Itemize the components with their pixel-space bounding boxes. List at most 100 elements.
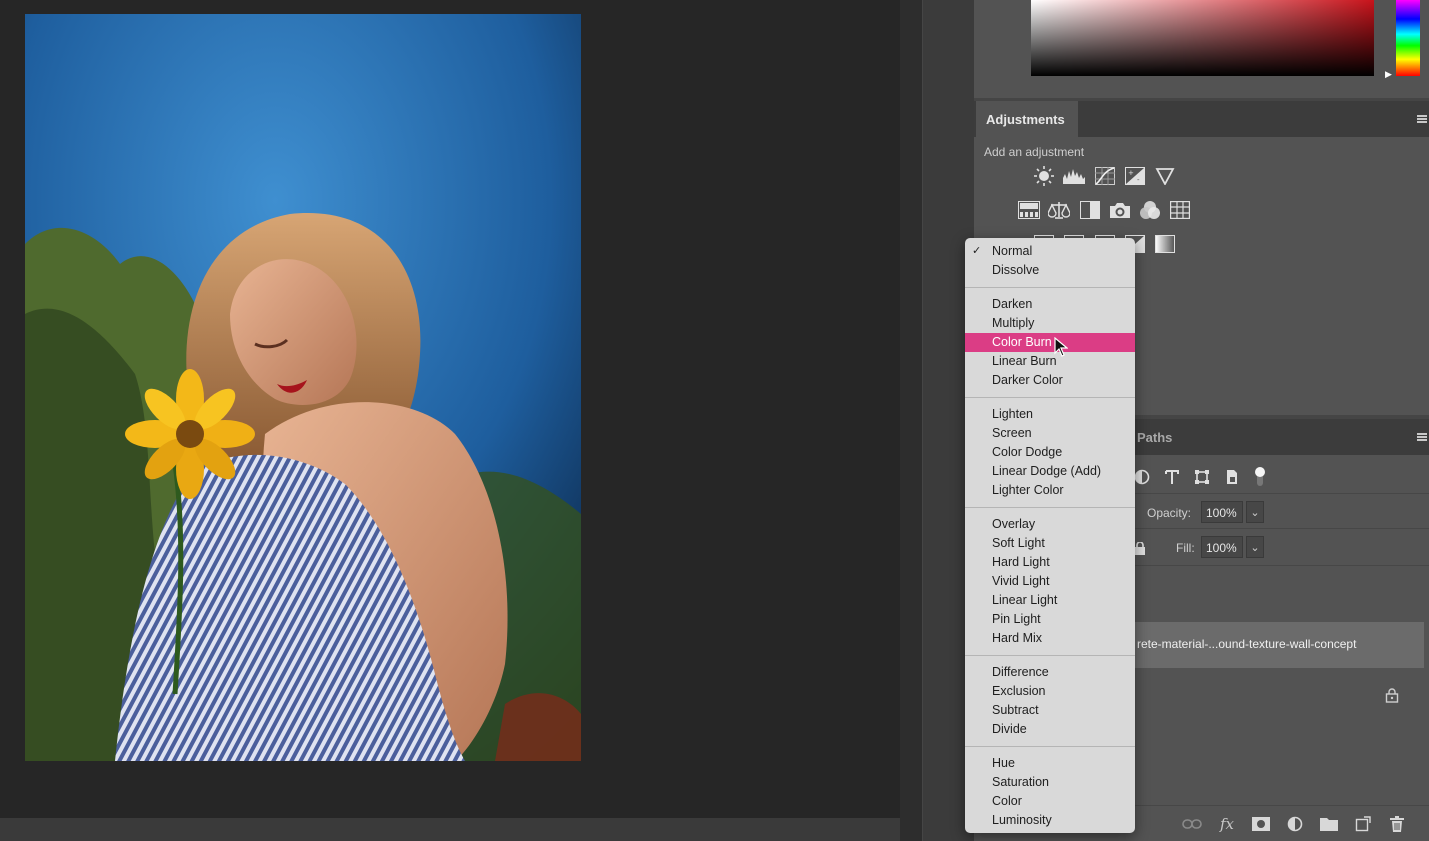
brightness-contrast-icon[interactable] xyxy=(1033,166,1055,186)
blend-mode-item[interactable]: Lighter Color xyxy=(965,481,1135,500)
delete-layer-icon[interactable] xyxy=(1387,815,1407,833)
new-layer-icon[interactable] xyxy=(1353,815,1373,833)
menu-separator xyxy=(965,287,1135,288)
blend-mode-label: Linear Dodge (Add) xyxy=(992,464,1102,478)
blend-mode-item[interactable]: Overlay xyxy=(965,515,1135,534)
blend-mode-label: Multiply xyxy=(992,316,1035,330)
hue-slider-marker[interactable]: ▶ xyxy=(1385,69,1392,80)
exposure-icon[interactable]: + - xyxy=(1124,166,1146,186)
blend-mode-label: Color xyxy=(992,794,1022,808)
adjustment-filter-icon[interactable] xyxy=(1132,467,1152,487)
menu-separator xyxy=(965,507,1135,508)
blend-mode-item[interactable]: ✓ Normal xyxy=(965,242,1135,261)
fill-dropdown-icon[interactable]: ⌄ xyxy=(1246,536,1264,558)
opacity-dropdown-icon[interactable]: ⌄ xyxy=(1246,501,1264,523)
blend-mode-item[interactable]: Screen xyxy=(965,424,1135,443)
blend-mode-label: Hard Mix xyxy=(992,631,1043,645)
adjustment-layer-icon[interactable] xyxy=(1285,815,1305,833)
vibrance-icon[interactable] xyxy=(1154,166,1176,186)
blend-mode-label: Hue xyxy=(992,756,1015,770)
blend-mode-label: Luminosity xyxy=(992,813,1052,827)
blend-mode-label: Soft Light xyxy=(992,536,1045,550)
tab-adjustments-label: Adjustments xyxy=(986,112,1065,127)
blend-mode-item[interactable]: Hard Light xyxy=(965,553,1135,572)
blend-mode-item[interactable]: Difference xyxy=(965,663,1135,682)
blend-mode-item[interactable]: Hue xyxy=(965,754,1135,773)
selective-color-icon[interactable] xyxy=(1154,234,1176,254)
blend-mode-label: Color Burn xyxy=(992,335,1052,349)
blend-mode-item[interactable]: Lighten xyxy=(965,405,1135,424)
blend-mode-item[interactable]: Darken xyxy=(965,295,1135,314)
blend-mode-label: Normal xyxy=(992,244,1033,258)
hue-saturation-icon[interactable] xyxy=(1018,200,1040,220)
tab-paths[interactable]: Paths xyxy=(1137,430,1172,445)
blend-mode-item[interactable]: Hard Mix xyxy=(965,629,1135,648)
layer-style-icon[interactable]: fx xyxy=(1217,815,1237,833)
blend-mode-label: Color Dodge xyxy=(992,445,1063,459)
photo-artwork[interactable] xyxy=(25,14,581,761)
blend-mode-item[interactable]: Darker Color xyxy=(965,371,1135,390)
filter-toggle-icon[interactable] xyxy=(1250,467,1270,487)
checkmark-icon: ✓ xyxy=(972,245,982,257)
add-adjustment-label: Add an adjustment xyxy=(984,145,1085,159)
blend-mode-item[interactable]: Pin Light xyxy=(965,610,1135,629)
link-layers-icon[interactable] xyxy=(1182,815,1202,833)
type-filter-icon[interactable] xyxy=(1162,467,1182,487)
menu-separator xyxy=(965,655,1135,656)
blend-mode-label: Darker Color xyxy=(992,373,1063,387)
layers-panel-menu-icon[interactable] xyxy=(1417,433,1427,441)
blend-mode-label: Difference xyxy=(992,665,1049,679)
shape-filter-icon[interactable] xyxy=(1192,467,1212,487)
adjustments-panel-menu-icon[interactable] xyxy=(1417,115,1427,123)
blend-mode-item[interactable]: Soft Light xyxy=(965,534,1135,553)
fill-input[interactable]: 100% xyxy=(1201,536,1243,558)
hue-slider[interactable] xyxy=(1396,0,1420,76)
blend-mode-item[interactable]: Vivid Light xyxy=(965,572,1135,591)
mouse-cursor-icon xyxy=(1054,336,1069,362)
blend-mode-label: Exclusion xyxy=(992,684,1046,698)
lock-all-icon[interactable] xyxy=(1134,541,1146,560)
tab-adjustments[interactable]: Adjustments xyxy=(976,101,1078,137)
adjustments-tab-bar: Adjustments xyxy=(974,101,1429,137)
black-white-icon[interactable] xyxy=(1079,200,1101,220)
color-picker-field[interactable] xyxy=(1031,0,1374,76)
document-canvas[interactable] xyxy=(0,0,900,818)
blend-mode-label: Linear Burn xyxy=(992,354,1057,368)
blend-mode-label: Screen xyxy=(992,426,1032,440)
blend-mode-label: Lighten xyxy=(992,407,1034,421)
color-balance-icon[interactable] xyxy=(1048,200,1070,220)
layer-name[interactable]: rete-material-...ound-texture-wall-conce… xyxy=(1137,637,1356,651)
levels-icon[interactable] xyxy=(1063,166,1085,186)
photo-filter-icon[interactable] xyxy=(1109,200,1131,220)
blend-mode-item[interactable]: Linear Light xyxy=(965,591,1135,610)
blend-mode-item-highlighted[interactable]: Color Burn xyxy=(965,333,1135,352)
blend-mode-item[interactable]: Saturation xyxy=(965,773,1135,792)
color-lookup-icon[interactable] xyxy=(1169,200,1191,220)
blend-mode-item[interactable]: Linear Burn xyxy=(965,352,1135,371)
blend-mode-item[interactable]: Color Dodge xyxy=(965,443,1135,462)
blend-mode-item[interactable]: Multiply xyxy=(965,314,1135,333)
panel-gutter xyxy=(900,0,922,841)
channel-mixer-icon[interactable] xyxy=(1139,200,1161,220)
blend-mode-label: Lighter Color xyxy=(992,483,1064,497)
svg-text:+: + xyxy=(1128,169,1134,177)
blend-mode-label: Divide xyxy=(992,722,1027,736)
blend-mode-label: Pin Light xyxy=(992,612,1041,626)
opacity-input[interactable]: 100% xyxy=(1201,501,1243,523)
blend-mode-label: Subtract xyxy=(992,703,1039,717)
blend-mode-label: Overlay xyxy=(992,517,1036,531)
blend-mode-item[interactable]: Exclusion xyxy=(965,682,1135,701)
smart-object-filter-icon[interactable] xyxy=(1222,467,1242,487)
color-panel: ▶ xyxy=(974,0,1429,98)
blend-mode-label: Dissolve xyxy=(992,263,1040,277)
layer-mask-icon[interactable] xyxy=(1251,815,1271,833)
blend-mode-label: Vivid Light xyxy=(992,574,1050,588)
blend-mode-item[interactable]: Subtract xyxy=(965,701,1135,720)
group-folder-icon[interactable] xyxy=(1319,815,1339,833)
curves-icon[interactable] xyxy=(1094,166,1116,186)
blend-mode-item[interactable]: Dissolve xyxy=(965,261,1135,280)
blend-mode-item[interactable]: Linear Dodge (Add) xyxy=(965,462,1135,481)
blend-mode-item[interactable]: Divide xyxy=(965,720,1135,739)
blend-mode-item[interactable]: Luminosity xyxy=(965,811,1135,830)
blend-mode-item[interactable]: Color xyxy=(965,792,1135,811)
